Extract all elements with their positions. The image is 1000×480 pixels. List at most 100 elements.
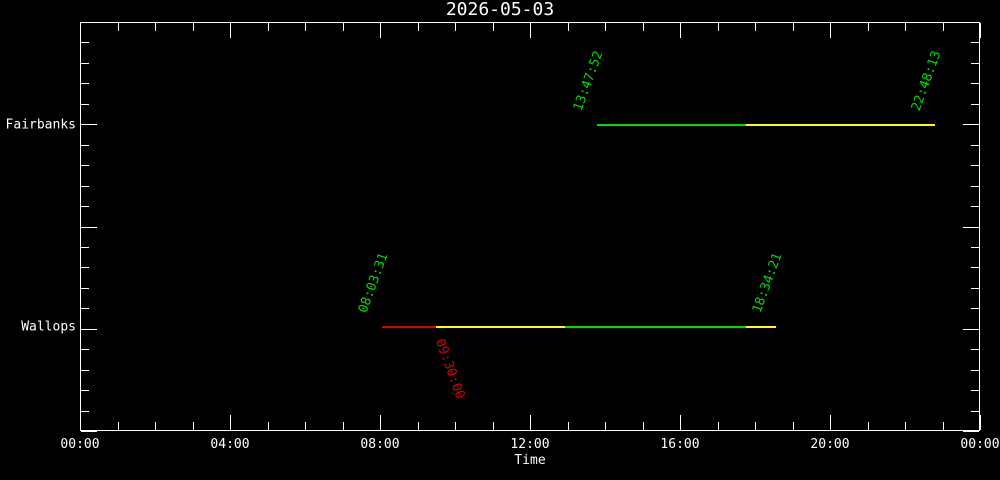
x-axis-tick: [530, 23, 531, 38]
x-axis-tick: [980, 415, 981, 430]
y-axis-tick: [971, 267, 979, 269]
pass-segment: [382, 326, 437, 329]
y-axis-tick: [971, 349, 979, 351]
x-axis-tick: [530, 415, 531, 430]
x-axis-tick: [117, 422, 119, 430]
y-axis-tick: [81, 144, 89, 146]
x-axis-tick: [342, 23, 344, 31]
y-axis-tick: [963, 328, 979, 330]
x-axis-tick: [230, 23, 231, 38]
y-axis-tick: [81, 246, 89, 248]
x-axis-tick: [305, 23, 306, 31]
x-axis-tick: [830, 23, 831, 38]
y-axis-tick: [81, 185, 89, 187]
y-axis-tick: [81, 62, 89, 64]
y-axis-tick: [971, 308, 979, 310]
x-axis-tick: [267, 23, 269, 31]
y-axis-tick: [81, 83, 89, 85]
x-tick-label: 08:00: [360, 437, 400, 452]
station-label: Fairbanks: [5, 117, 76, 133]
x-axis-tick: [605, 422, 606, 430]
y-axis-tick: [963, 431, 979, 432]
y-axis-tick: [971, 83, 979, 85]
y-axis-tick: [971, 62, 979, 64]
pass-segment: [436, 326, 565, 329]
x-axis-tick: [867, 23, 869, 31]
x-axis-tick: [267, 422, 269, 430]
x-axis-tick: [192, 422, 194, 430]
x-axis-tick: [80, 415, 81, 430]
pass-segment: [597, 124, 746, 127]
x-axis-tick: [942, 422, 944, 430]
y-axis-tick: [81, 431, 97, 432]
y-axis-tick: [971, 246, 979, 248]
x-axis-tick: [155, 422, 156, 430]
y-axis-tick: [971, 185, 979, 187]
x-axis-tick: [680, 415, 681, 430]
x-axis-tick: [792, 422, 794, 430]
y-axis-tick: [81, 410, 89, 412]
y-axis-tick: [971, 410, 979, 412]
x-tick-label: 16:00: [660, 437, 700, 452]
x-tick-label: 12:00: [510, 437, 550, 452]
y-axis-tick: [81, 206, 89, 208]
y-axis-tick: [81, 42, 89, 44]
x-axis-tick: [455, 422, 456, 430]
y-axis-tick: [971, 390, 979, 392]
x-axis-tick: [230, 415, 231, 430]
x-axis-tick: [380, 23, 381, 38]
x-axis-tick: [417, 23, 419, 31]
y-axis-tick: [81, 349, 89, 351]
y-axis-tick: [81, 22, 97, 23]
y-axis-tick: [81, 103, 89, 105]
x-axis-tick: [567, 422, 569, 430]
station-label: Wallops: [21, 319, 76, 335]
x-tick-label: 20:00: [810, 437, 850, 452]
y-axis-tick: [81, 328, 97, 330]
y-axis-tick: [971, 144, 979, 146]
x-axis-tick: [755, 23, 756, 31]
x-axis-tick: [642, 422, 644, 430]
chart-title: 2026-05-03: [445, 0, 555, 20]
pass-segment: [565, 326, 746, 329]
x-tick-label: 04:00: [210, 437, 250, 452]
x-axis-tick: [755, 422, 756, 430]
x-axis-tick: [717, 23, 719, 31]
y-axis-tick: [81, 390, 89, 392]
y-axis-tick: [81, 287, 89, 289]
x-axis-tick: [980, 23, 981, 38]
x-axis-tick: [155, 23, 156, 31]
x-axis-tick: [455, 23, 456, 31]
pass-segment: [746, 326, 777, 329]
x-axis-tick: [417, 422, 419, 430]
y-axis-tick: [971, 369, 979, 371]
y-axis-tick: [81, 369, 89, 371]
x-axis-tick: [942, 23, 944, 31]
pass-schedule-chart: 2026-05-03 Time 00:00 04:00 08:00 12:00 16:0…: [0, 0, 1000, 480]
y-axis-tick: [971, 287, 979, 289]
x-tick-label: 00:00: [960, 437, 1000, 452]
x-axis-tick: [905, 23, 906, 31]
x-tick-label: 00:00: [60, 437, 100, 452]
y-axis-tick: [971, 103, 979, 105]
x-axis-tick: [380, 415, 381, 430]
x-axis-tick: [192, 23, 194, 31]
y-axis-tick: [963, 22, 979, 23]
y-axis-tick: [971, 165, 979, 167]
y-axis-tick: [963, 124, 979, 126]
y-axis-tick: [963, 226, 979, 228]
y-axis-tick: [81, 124, 97, 126]
x-axis-tick: [605, 23, 606, 31]
plot-area: [80, 22, 980, 431]
x-axis-tick: [792, 23, 794, 31]
x-axis-tick: [680, 23, 681, 38]
x-axis-tick: [117, 23, 119, 31]
pass-segment: [746, 124, 936, 127]
y-axis-tick: [971, 206, 979, 208]
x-axis-tick: [342, 422, 344, 430]
x-axis-tick: [830, 415, 831, 430]
x-axis-tick: [80, 23, 81, 38]
y-axis-tick: [81, 267, 89, 269]
x-axis-tick: [717, 422, 719, 430]
y-axis-tick: [81, 226, 97, 228]
